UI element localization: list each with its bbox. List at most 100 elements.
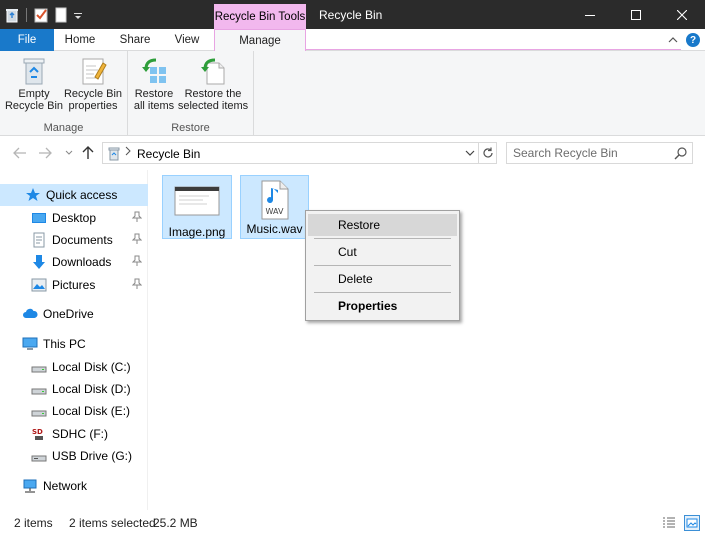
- details-view-icon[interactable]: [662, 516, 676, 530]
- nav-item-label: Documents: [52, 233, 113, 247]
- restore-all-icon: [138, 55, 170, 87]
- context-menu: Restore Cut Delete Properties: [305, 210, 460, 321]
- tab-file[interactable]: File: [0, 29, 54, 51]
- restore-selected-label-1: Restore the: [184, 88, 242, 100]
- breadcrumb-chevron-icon[interactable]: [125, 146, 131, 159]
- ribbon-group-restore: Restore all items Restore the selected i…: [128, 51, 254, 136]
- pin-icon[interactable]: [131, 278, 143, 290]
- large-icons-view-icon[interactable]: [684, 515, 700, 531]
- recycle-bin-properties-label-1: Recycle Bin: [63, 88, 123, 100]
- menu-separator: [314, 265, 451, 266]
- pin-icon[interactable]: [131, 233, 143, 245]
- menu-item-delete[interactable]: Delete: [308, 268, 457, 290]
- breadcrumb-recycle-bin[interactable]: Recycle Bin: [137, 147, 200, 161]
- nav-item-downloads[interactable]: Downloads: [0, 251, 148, 273]
- pin-icon[interactable]: [131, 211, 143, 223]
- forward-arrow-icon[interactable]: [37, 145, 53, 161]
- cloud-icon: [22, 306, 38, 322]
- nav-item-label: SDHC (F:): [52, 427, 108, 441]
- recycle-bin-window-icon[interactable]: [4, 7, 20, 23]
- nav-item-label: Quick access: [46, 188, 118, 202]
- tab-view[interactable]: View: [165, 29, 209, 51]
- pin-icon[interactable]: [131, 255, 143, 267]
- properties-icon: [77, 55, 109, 87]
- file-name: Music.wav: [246, 222, 303, 236]
- minimize-button[interactable]: [567, 0, 613, 29]
- nav-item-pictures[interactable]: Pictures: [0, 274, 148, 296]
- new-folder-qat-icon[interactable]: [53, 7, 69, 23]
- status-selected-count: 2 items selected: [69, 516, 156, 530]
- menu-item-properties[interactable]: Properties: [308, 295, 457, 317]
- nav-item-label: USB Drive (G:): [52, 449, 133, 463]
- back-arrow-icon[interactable]: [12, 145, 28, 161]
- download-arrow-icon: [31, 254, 47, 270]
- recent-locations-chevron-icon[interactable]: [61, 145, 77, 161]
- nav-item-local-disk-e[interactable]: Local Disk (E:): [0, 400, 148, 422]
- up-arrow-icon[interactable]: [80, 145, 96, 161]
- file-item-image-png[interactable]: Image.png: [162, 175, 232, 239]
- close-button[interactable]: [659, 0, 705, 29]
- nav-item-label: Local Disk (E:): [52, 404, 131, 418]
- empty-recycle-bin-button[interactable]: Empty Recycle Bin: [4, 55, 64, 115]
- recycle-bin-icon: [18, 55, 50, 87]
- maximize-button[interactable]: [613, 0, 659, 29]
- minimize-icon: [585, 14, 595, 16]
- image-thumbnail-icon: [173, 183, 221, 219]
- hard-drive-icon: [31, 403, 47, 419]
- group-label-restore: Restore: [171, 122, 210, 134]
- nav-item-label: Desktop: [52, 211, 97, 225]
- restore-selected-items-button[interactable]: Restore the selected items: [178, 55, 248, 115]
- nav-item-desktop[interactable]: Desktop: [0, 207, 148, 229]
- nav-item-label: Local Disk (D:): [52, 382, 131, 396]
- refresh-icon[interactable]: [479, 142, 497, 164]
- nav-item-documents[interactable]: Documents: [0, 229, 148, 251]
- tab-share[interactable]: Share: [113, 29, 157, 51]
- nav-item-usb-drive-g[interactable]: USB Drive (G:): [0, 445, 148, 467]
- empty-recycle-bin-label-2: Recycle Bin: [4, 100, 64, 112]
- wav-badge: WAV: [265, 207, 284, 216]
- address-bar[interactable]: Recycle Bin: [102, 142, 479, 164]
- search-input[interactable]: [507, 143, 672, 163]
- address-dropdown-chevron-icon[interactable]: [465, 146, 475, 162]
- pictures-icon: [31, 277, 47, 293]
- nav-item-local-disk-d[interactable]: Local Disk (D:): [0, 378, 148, 400]
- title-bar: Recycle Bin Tools Recycle Bin: [0, 0, 705, 29]
- restore-all-items-button[interactable]: Restore all items: [132, 55, 176, 115]
- search-box: [506, 142, 693, 164]
- sd-card-icon: SD: [31, 426, 47, 442]
- qat-separator: [26, 8, 27, 22]
- recycle-bin-tools-label: Recycle Bin Tools: [214, 4, 306, 29]
- search-icon[interactable]: [674, 146, 688, 160]
- qat-dropdown-icon[interactable]: [73, 7, 83, 23]
- file-item-music-wav[interactable]: WAV Music.wav: [240, 175, 309, 239]
- ribbon-context-underline: [306, 49, 681, 50]
- star-icon: [25, 187, 41, 203]
- nav-item-network[interactable]: Network: [0, 475, 148, 497]
- ribbon-group-manage: Empty Recycle Bin Recycle Bin properties…: [0, 51, 128, 136]
- menu-separator: [314, 292, 451, 293]
- nav-item-label: Pictures: [52, 278, 96, 292]
- nav-item-this-pc[interactable]: This PC: [0, 333, 148, 355]
- nav-item-quick-access[interactable]: Quick access: [0, 184, 148, 206]
- tab-home[interactable]: Home: [57, 29, 103, 51]
- status-selected-size: 25.2 MB: [153, 516, 198, 530]
- nav-item-local-disk-c[interactable]: Local Disk (C:): [0, 356, 148, 378]
- file-name: Image.png: [168, 225, 226, 239]
- tab-manage[interactable]: Manage: [214, 29, 306, 52]
- ribbon-collapse-chevron-icon[interactable]: [666, 33, 680, 47]
- navigation-pane: Quick access Desktop Documents Downloads…: [0, 170, 148, 510]
- nav-item-sdhc-f[interactable]: SD SDHC (F:): [0, 423, 148, 445]
- maximize-icon: [631, 9, 641, 20]
- empty-recycle-bin-label-1: Empty: [18, 88, 50, 100]
- recycle-bin-properties-button[interactable]: Recycle Bin properties: [64, 55, 122, 115]
- documents-icon: [31, 232, 47, 248]
- properties-qat-icon[interactable]: [33, 7, 49, 23]
- menu-item-restore[interactable]: Restore: [308, 214, 457, 236]
- help-icon[interactable]: ?: [686, 33, 700, 47]
- menu-item-cut[interactable]: Cut: [308, 241, 457, 263]
- nav-item-onedrive[interactable]: OneDrive: [0, 303, 148, 325]
- audio-file-icon: WAV: [258, 180, 292, 220]
- nav-item-label: This PC: [43, 337, 86, 351]
- nav-item-label: Network: [43, 479, 88, 493]
- quick-access-toolbar: [4, 5, 83, 25]
